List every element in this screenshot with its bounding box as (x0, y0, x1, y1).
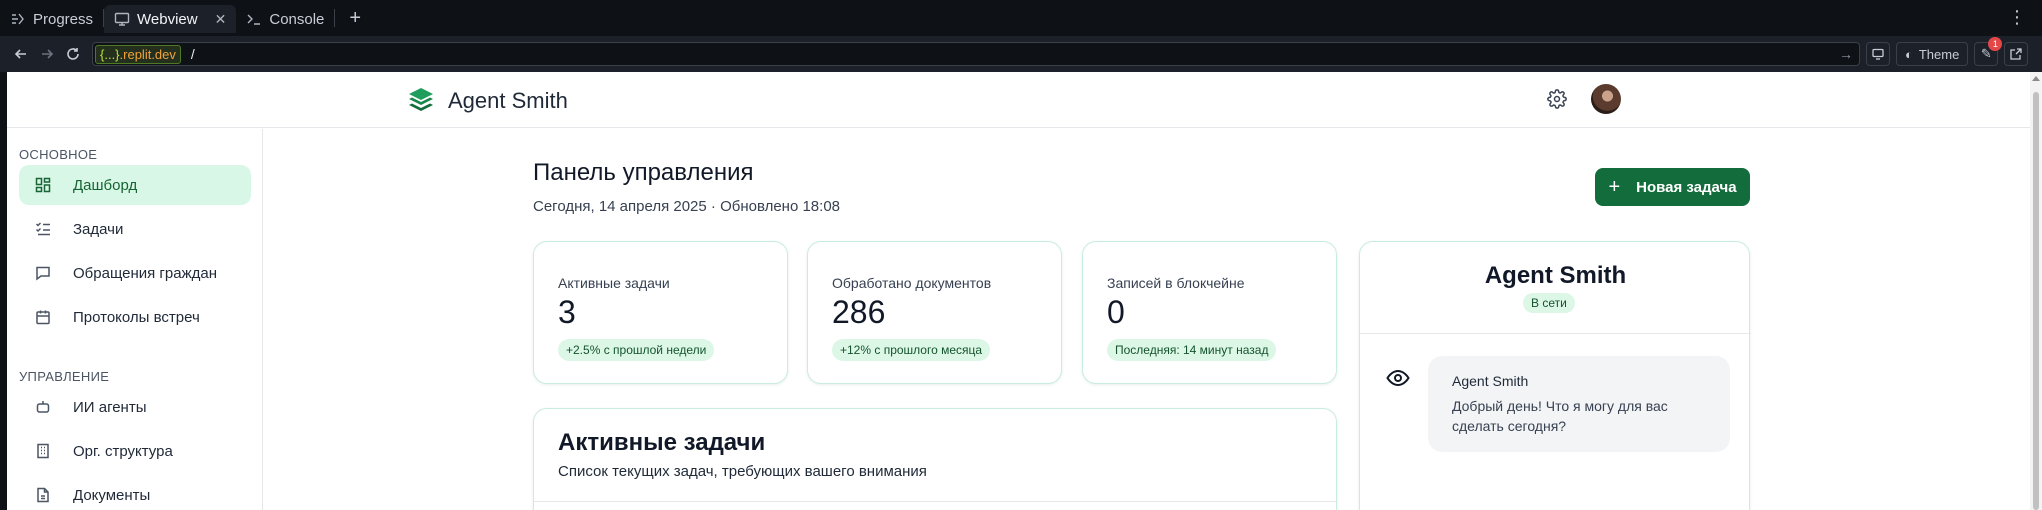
tab-progress[interactable]: Progress (0, 5, 103, 33)
page-subtitle: Сегодня, 14 апреля 2025 · Обновлено 18:0… (533, 198, 841, 215)
notification-badge: 1 (1988, 37, 2003, 51)
address-input[interactable]: {...}.replit.dev / → (92, 42, 1860, 66)
webview-url-bar: {...}.replit.dev / → ◐ Theme ✎ 1 (0, 36, 2042, 72)
sidebar-section-main: ОСНОВНОЕ (19, 147, 98, 162)
devtools-button[interactable] (1866, 42, 1890, 66)
page-title: Панель управления (533, 159, 754, 186)
active-tasks-card: Активные задачи Список текущих задач, тр… (533, 408, 1338, 510)
reload-icon[interactable] (60, 41, 86, 67)
sidebar-item-documents[interactable]: Документы (19, 475, 251, 510)
sidebar-item-org-structure[interactable]: Орг. структура (19, 431, 251, 471)
status-badge: В сети (1523, 293, 1575, 313)
brand-name[interactable]: Agent Smith (448, 88, 568, 114)
stat-badge: +12% с прошлого месяца (832, 339, 991, 361)
tasks-icon (35, 221, 51, 237)
agent-chat-card: Agent Smith В сети Agent Smith Добрый де… (1359, 241, 1751, 510)
divider (1360, 333, 1751, 334)
active-tasks-subtitle: Список текущих задач, требующих вашего в… (558, 463, 927, 480)
eye-icon (1386, 366, 1410, 395)
user-avatar[interactable] (1591, 84, 1621, 114)
stat-card-blockchain: Записей в блокчейне 0 Последняя: 14 мину… (1082, 241, 1337, 384)
tab-label: Console (269, 10, 325, 28)
message-author: Agent Smith (1452, 373, 1529, 389)
open-new-window-button[interactable] (2004, 42, 2029, 66)
sidebar-item-appeals[interactable]: Обращения граждан (19, 253, 251, 293)
sidebar-item-ai-agents[interactable]: ИИ агенты (19, 387, 251, 427)
calendar-icon (35, 309, 51, 325)
sidebar: ОСНОВНОЕ Дашборд Задачи Обращения гражда… (7, 129, 263, 510)
monitor-icon (114, 11, 130, 27)
scrollbar-thumb[interactable] (2033, 92, 2039, 510)
building-icon (35, 443, 51, 459)
bot-icon (35, 399, 51, 415)
sidebar-item-label: ИИ агенты (73, 398, 147, 416)
stat-label: Активные задачи (558, 275, 670, 291)
stat-value: 3 (558, 294, 576, 330)
sidebar-item-label: Дашборд (73, 176, 138, 194)
divider (534, 501, 1338, 502)
stat-badge: +2.5% с прошлой недели (558, 339, 715, 361)
stat-card-active-tasks: Активные задачи 3 +2.5% с прошлой недели (533, 241, 788, 384)
new-task-button[interactable]: + Новая задача (1595, 168, 1750, 206)
theme-label: Theme (1918, 46, 1960, 62)
url-path: / (190, 46, 195, 62)
sidebar-item-label: Задачи (73, 220, 124, 238)
more-vertical-icon[interactable]: ⋮ (2008, 8, 2026, 26)
vertical-scrollbar[interactable] (2030, 72, 2042, 510)
scroll-up-arrow-icon[interactable] (2032, 76, 2040, 81)
progress-icon (10, 11, 26, 27)
active-tasks-title: Активные задачи (558, 429, 766, 456)
stat-card-documents: Обработано документов 286 +12% с прошлог… (807, 241, 1062, 384)
message-text: Добрый день! Что я могу для вас сделать … (1452, 398, 1668, 434)
stat-label: Записей в блокчейне (1107, 275, 1245, 291)
settings-gear-icon[interactable] (1547, 89, 1567, 114)
agent-name: Agent Smith (1484, 262, 1627, 289)
sidebar-item-label: Документы (73, 486, 151, 504)
agent-message-bubble: Agent Smith Добрый день! Что я могу для … (1428, 356, 1730, 452)
forward-arrow-icon[interactable] (34, 41, 60, 67)
sidebar-item-label: Протоколы встреч (73, 308, 200, 326)
tab-console[interactable]: Console (236, 5, 334, 33)
new-task-label: Новая задача (1636, 178, 1737, 196)
extension-button[interactable]: ✎ 1 (1974, 37, 2003, 66)
stat-badge: Последняя: 14 минут назад (1107, 339, 1277, 361)
new-tab-plus-icon[interactable]: + (337, 7, 373, 30)
plus-icon: + (1608, 175, 1621, 198)
tab-label: Webview (137, 10, 198, 28)
tab-webview[interactable]: Webview ✕ (104, 5, 237, 33)
document-icon (35, 487, 51, 503)
tab-label: Progress (33, 10, 94, 28)
stat-value: 0 (1107, 294, 1125, 330)
sidebar-item-meetings[interactable]: Протоколы встреч (19, 297, 251, 337)
logo-layers-icon (407, 86, 435, 119)
ide-tab-bar: Progress Webview ✕ Console + ⋮ (0, 0, 2042, 36)
dashboard-icon (35, 177, 51, 193)
sidebar-item-dashboard[interactable]: Дашборд (19, 165, 251, 205)
close-icon[interactable]: ✕ (215, 11, 227, 28)
terminal-icon (246, 11, 262, 27)
url-host: {...}.replit.dev (95, 44, 181, 64)
message-icon (35, 265, 51, 281)
tab-divider (334, 9, 336, 27)
theme-button[interactable]: ◐ Theme (1896, 42, 1969, 66)
sidebar-item-tasks[interactable]: Задачи (19, 209, 251, 249)
sidebar-item-label: Обращения граждан (73, 264, 217, 282)
go-arrow-icon[interactable]: → (1839, 46, 1853, 62)
sidebar-section-manage: УПРАВЛЕНИЕ (19, 369, 110, 384)
app-header: Agent Smith (7, 72, 2030, 128)
back-arrow-icon[interactable] (8, 41, 34, 67)
webview-app: Agent Smith ОСНОВНОЕ Дашборд Задачи Обра… (7, 72, 2030, 510)
sidebar-item-label: Орг. структура (73, 442, 173, 460)
stat-value: 286 (832, 294, 886, 330)
stat-label: Обработано документов (832, 275, 992, 291)
palette-icon: ◐ (1905, 46, 1913, 62)
